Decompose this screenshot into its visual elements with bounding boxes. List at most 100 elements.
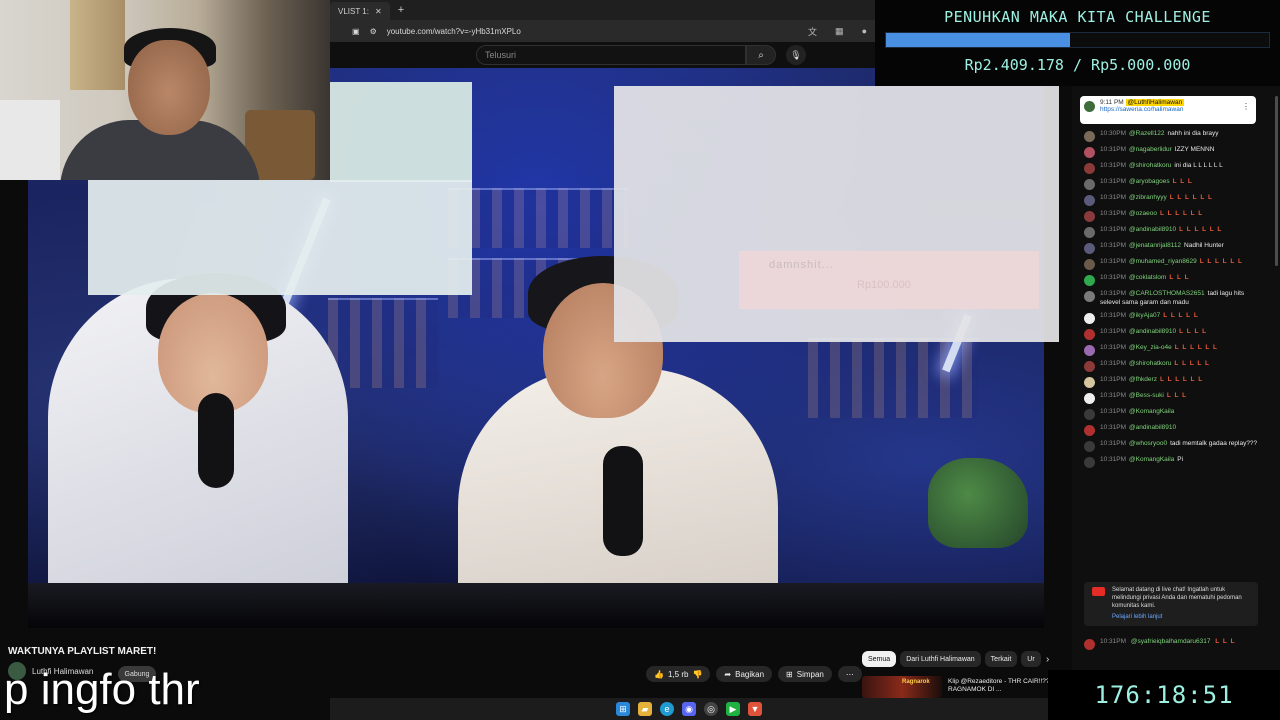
chip-related[interactable]: Terkait [984,651,1018,667]
chat-author[interactable]: @andinabil8910 [1129,328,1176,335]
chat-text: L L L [1172,178,1193,185]
chat-scrollbar[interactable] [1275,96,1278,266]
chat-time: 10:31PM [1100,343,1127,351]
chat-text: IZZY MENNN [1174,146,1215,153]
translate-icon[interactable]: 文 [808,25,817,38]
avatar [1084,392,1095,404]
brave-icon[interactable]: ▼ [748,702,762,716]
chat-author[interactable]: @KomangKaila [1129,456,1174,463]
browser-tab[interactable]: VLIST 1: ✕ [330,2,390,20]
donation-goal-widget: PENUHKAN MAKA KITA CHALLENGE Rp2.409.178… [875,0,1280,86]
file-explorer-icon[interactable]: ▰ [638,702,652,716]
donation-alert-amount: Rp100.000 [857,279,911,291]
bookmark-icon[interactable]: ▣ [352,27,360,36]
search-input[interactable]: Telusuri [476,45,746,65]
goal-progress-fill [886,33,1070,47]
discord-icon[interactable]: ◉ [682,702,696,716]
chat-author[interactable]: @nagaberlidur [1129,146,1172,153]
chat-time: 10:31PM [1100,439,1127,447]
obs-icon[interactable]: ◎ [704,702,718,716]
share-button[interactable]: ➦ Bagikan [716,666,773,682]
app-icon[interactable]: ▶ [726,702,740,716]
chat-time: 10:31PM [1100,242,1127,249]
chat-author[interactable]: @andinabil8910 [1129,226,1176,233]
chat-author[interactable]: @shirohatkoru [1129,360,1171,367]
thumbs-down-icon[interactable]: 👎 [692,670,702,679]
related-video[interactable]: Ragnarok Klip @Rezaeditore - THR CAIR!!?… [862,676,1078,698]
chat-text: L L L L L L [1159,375,1204,383]
avatar [1084,147,1095,158]
chip-uploads[interactable]: Ur [1021,651,1041,667]
pinned-link[interactable]: https://saweria.co/halimawan [1100,106,1183,113]
chat-welcome-notice: Selamat datang di live chat! Ingatlah un… [1084,582,1258,626]
chat-author[interactable]: @Razell122 [1129,130,1165,137]
profile-icon[interactable]: ● [862,26,867,36]
more-actions-button[interactable]: ⋯ [837,666,862,682]
windows-taskbar: ⊞ ▰ e ◉ ◎ ▶ ▼ [330,698,1048,720]
chat-message: 10:30PM @Razell122 nahh ini dia brayy [1084,130,1264,142]
chat-author[interactable]: @Bess-suki [1129,392,1164,399]
chat-author[interactable]: @aryobagoes [1129,178,1170,185]
pinned-message[interactable]: 9:11 PM @LuthfiHalimawan https://saweria… [1080,96,1256,124]
chip-from-channel[interactable]: Dari Luthfi Halimawan [900,651,981,667]
chat-message: 10:31PM @aryobagoes L L L [1084,178,1264,190]
avatar [1084,408,1095,420]
avatar [1084,163,1095,174]
welcome-text: Selamat datang di live chat! Ingatlah un… [1112,587,1242,610]
chat-message: 10:31PM @fhkderz L L L L L L [1084,376,1264,388]
chevron-right-icon[interactable]: › [1046,654,1049,665]
chat-author[interactable]: @CARLOSTHOMAS2651 [1129,290,1205,297]
chat-author[interactable]: @ozaeoo [1129,210,1157,217]
learn-more-link[interactable]: Pelajari lebih lanjut [1112,613,1252,621]
chat-message: 10:31PM @Bess-suki L L L [1084,392,1264,404]
save-button[interactable]: ⊞ Simpan [778,666,832,682]
youtube-header: Telusuri ⌕ 🎙 [330,42,875,68]
chat-author[interactable]: @muhamed_riyan8629 [1129,258,1197,265]
avatar [1084,131,1095,142]
subathon-timer: 176:18:51 [1048,670,1280,720]
chat-text: L L L L L L [1199,258,1243,265]
start-icon[interactable]: ⊞ [616,702,630,716]
voice-search-button[interactable]: 🎙 [786,45,806,65]
extensions-icon[interactable]: ▦ [835,26,844,37]
avatar [1084,243,1095,254]
chat-author[interactable]: @whosryoo0 [1129,440,1167,447]
search-button[interactable]: ⌕ [746,45,776,65]
chip-all[interactable]: Semua [862,651,897,667]
chat-author[interactable]: @syafrieiqbalhamdaru6317 [1131,638,1211,645]
chat-author[interactable]: @zibranhyyy [1129,194,1167,201]
related-thumbnail[interactable]: Ragnarok [862,676,942,698]
chat-author[interactable]: @jenatanrijal8112 [1129,242,1181,249]
video-title: WAKTUNYA PLAYLIST MARET! [8,646,157,657]
toy-shelf [448,188,628,248]
like-count: 1,5 rb [667,669,689,679]
chat-author[interactable]: @andinabil8910 [1129,424,1176,431]
chat-text: tadi memtalk gadaa replay??? [1170,439,1258,447]
pinned-author[interactable]: @LuthfiHalimawan [1125,99,1185,106]
chat-author[interactable]: @fhkderz [1129,376,1157,383]
chat-author[interactable]: @ikyAja07 [1129,312,1160,319]
chat-message-list: 10:30PM @Razell122 nahh ini dia brayy 10:31… [1084,130,1264,472]
dragon-plush [928,458,1028,548]
chat-message: 10:31PM @Key_zia-o4e L L L L L L [1084,344,1264,356]
chat-text: L L L L [1179,327,1208,335]
chat-message: 10:31PM @CARLOSTHOMAS2651 tadi lagu hits s… [1084,290,1264,308]
more-options-icon[interactable]: ⋮ [1242,102,1250,111]
chat-author[interactable]: @KomangKaila [1129,408,1174,415]
close-icon[interactable]: ✕ [375,7,382,16]
browser-tab-bar: VLIST 1: ✕ + [330,0,875,20]
donation-alert-box: damnshit... Rp100.000 [739,251,1039,309]
edge-icon[interactable]: e [660,702,674,716]
like-button[interactable]: 👍 1,5 rb 👎 [646,666,711,682]
site-info-icon[interactable]: ⚙ [370,27,377,36]
chat-author[interactable]: @coklatslom [1129,274,1166,281]
microphone-icon: 🎙 [790,49,802,60]
chat-time: 10:31PM [1100,194,1127,201]
chat-author[interactable]: @Key_zia-o4e [1129,344,1172,351]
chat-text: L L L L L L [1159,210,1204,217]
chat-author[interactable]: @shirohatkoru [1129,162,1171,169]
chat-message: 10:31PM @coklatslom L L L [1084,274,1264,286]
avatar [1084,195,1095,206]
new-tab-icon[interactable]: + [398,4,404,16]
url-field[interactable]: youtube.com/watch?v=-yHb31mXPLo [387,27,798,36]
